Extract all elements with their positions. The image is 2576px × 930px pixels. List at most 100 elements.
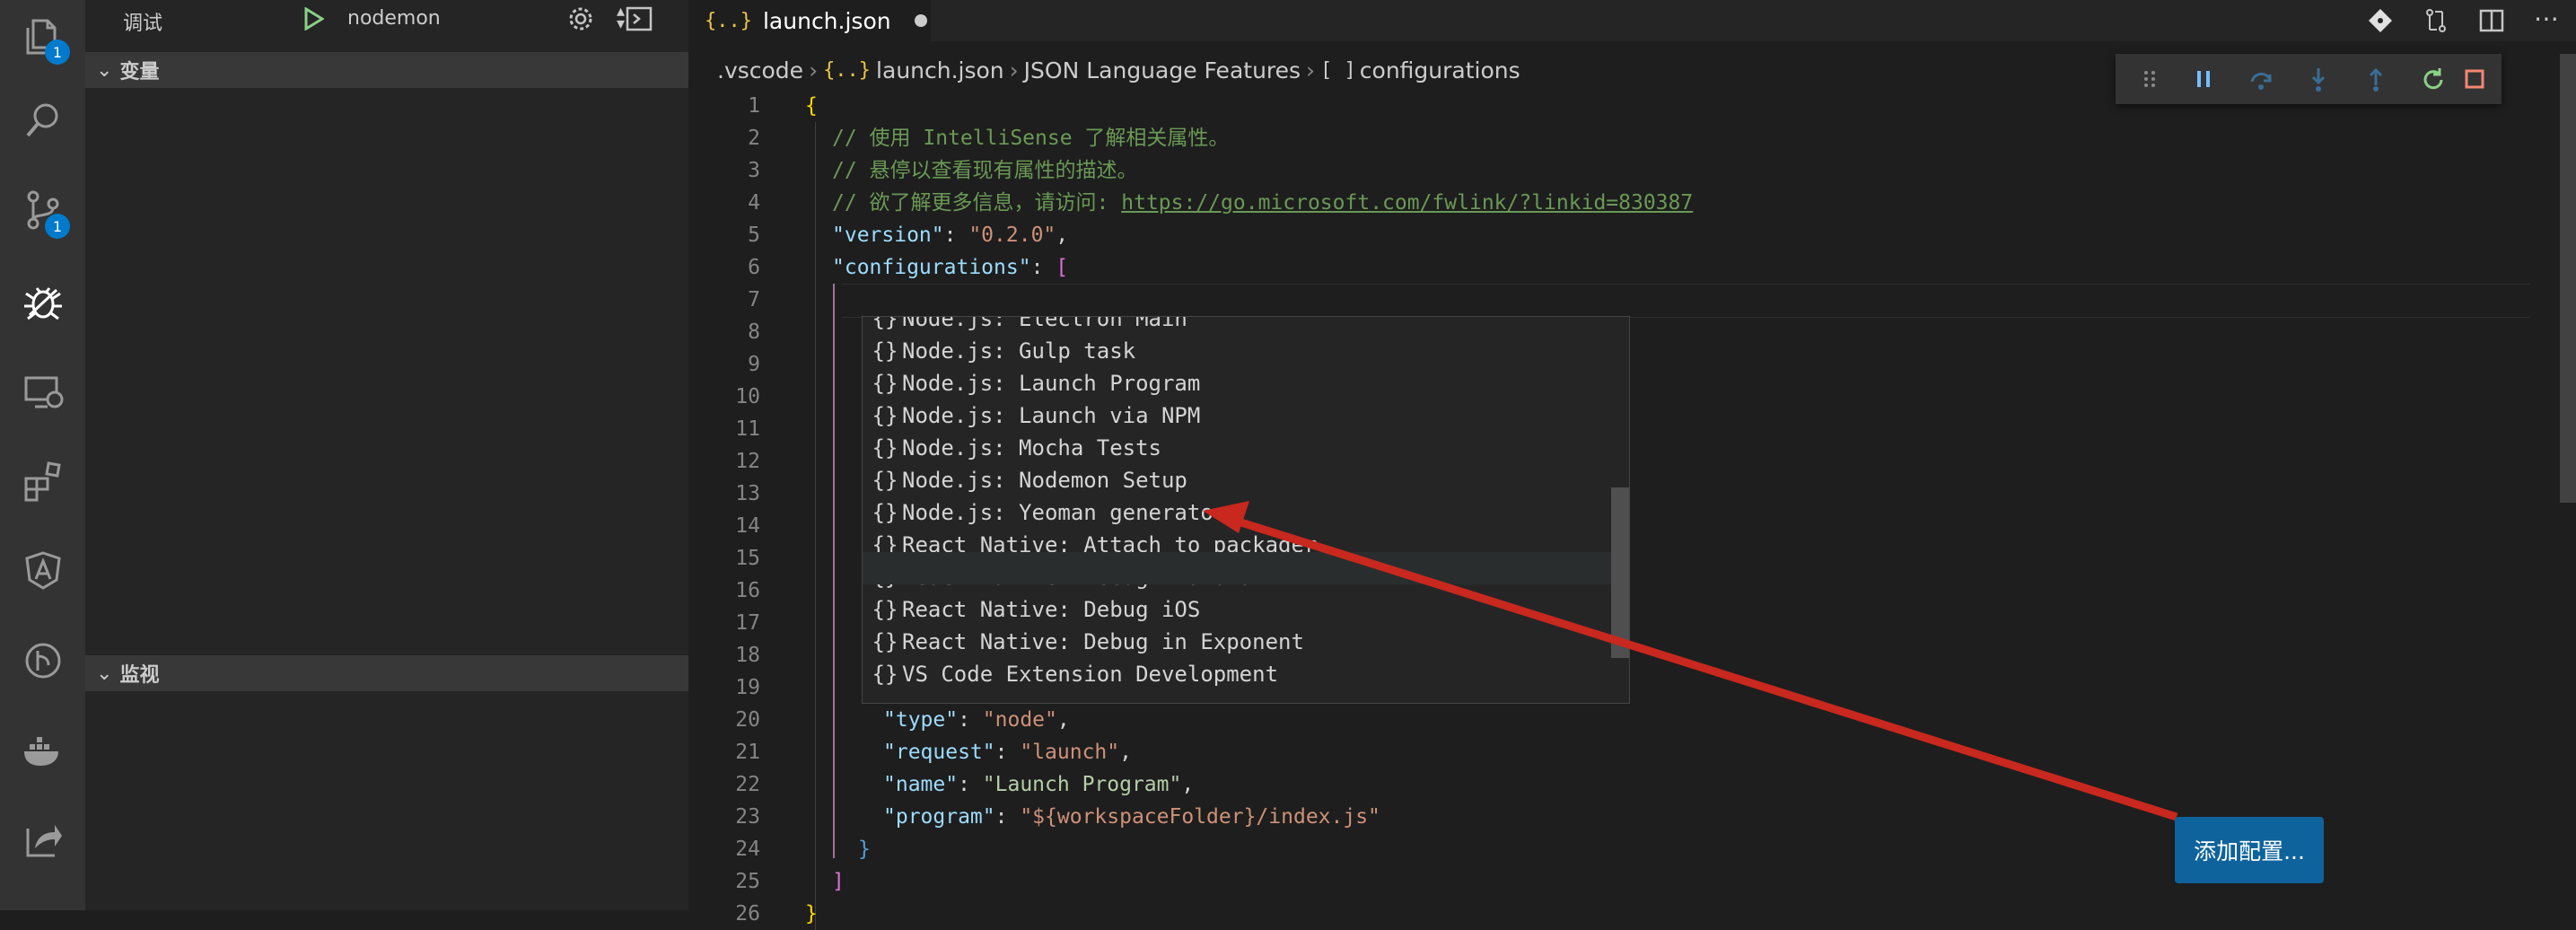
- code-link[interactable]: https://go.microsoft.com/fwlink/?linkid=…: [1121, 191, 1693, 215]
- suggestion-label: Node.js: Launch via NPM: [902, 403, 1201, 428]
- suggestion-label: Node.js: Electron Main: [902, 316, 1187, 331]
- compare-changes-icon[interactable]: [2423, 7, 2449, 38]
- chevron-right-icon: ›: [1306, 57, 1316, 83]
- debug-console-icon[interactable]: [626, 5, 653, 36]
- source-control-icon[interactable]: 1: [0, 174, 85, 246]
- snippet-icon: {}: [872, 468, 898, 493]
- code-brace-close-inner: }: [858, 838, 871, 861]
- chevron-right-icon: ›: [1009, 57, 1019, 83]
- variables-section-header[interactable]: ⌄ 变量: [85, 52, 688, 88]
- suggestion-item[interactable]: {} Node.js: Launch Program: [863, 367, 1599, 399]
- suggestion-label: Node.js: Mocha Tests: [902, 435, 1161, 461]
- suggestion-scrollbar[interactable]: [1611, 487, 1629, 658]
- vertical-scrollbar[interactable]: [2560, 54, 2576, 503]
- suggestion-label: Node.js: Nodemon Setup: [902, 468, 1187, 493]
- suggestion-item[interactable]: {} React Native: Debug in Exponent: [863, 626, 1599, 658]
- debug-label: 调试: [123, 13, 163, 35]
- select-arrows-icon: ▴ ▾: [617, 2, 626, 33]
- stop-icon[interactable]: [2457, 61, 2493, 97]
- snippet-icon: {}: [872, 500, 898, 525]
- line-number: 8: [748, 320, 760, 344]
- code-brace-close: }: [805, 902, 818, 926]
- line-number: 22: [735, 773, 760, 796]
- suggestion-item[interactable]: {} Node.js: Gulp task: [863, 335, 1599, 367]
- suggestion-item[interactable]: {} Node.js: Nodemon Setup: [863, 464, 1599, 496]
- gear-icon[interactable]: [567, 5, 594, 36]
- pause-icon[interactable]: [2186, 61, 2221, 97]
- line-number: 9: [748, 353, 760, 376]
- code-key-program: "program": [883, 805, 995, 829]
- drag-handle-icon[interactable]: [2132, 61, 2168, 97]
- split-editor-icon[interactable]: [2478, 7, 2505, 38]
- git-lens-icon[interactable]: [2367, 7, 2394, 38]
- line-number: 6: [748, 256, 760, 279]
- start-debugging-icon[interactable]: [302, 6, 325, 34]
- snippet-icon: {}: [872, 316, 898, 331]
- chevron-right-icon: ›: [809, 57, 819, 83]
- suggestion-widget: {} Node.js: Electron Main {} Node.js: Gulp …: [862, 316, 1630, 704]
- tab-launch-json[interactable]: {..} launch.json: [688, 0, 931, 41]
- line-number: 3: [748, 159, 760, 182]
- line-number: 18: [735, 644, 760, 667]
- code-bracket-close: ]: [832, 870, 845, 893]
- code-bracket-open: [: [1056, 256, 1069, 279]
- line-number: 19: [735, 676, 760, 699]
- watch-title: 监视: [119, 664, 160, 687]
- code-brace-open: {: [805, 94, 818, 118]
- search-icon[interactable]: [0, 84, 85, 156]
- code-key-name: "name": [883, 773, 959, 796]
- line-number: 15: [735, 547, 760, 570]
- suggestion-label: React Native: Debug iOS: [902, 597, 1201, 622]
- git-graph-icon[interactable]: [0, 625, 85, 697]
- line-number: 17: [735, 611, 760, 635]
- line-number: 23: [735, 805, 760, 829]
- tab-bar: {..} launch.json ⋯: [688, 0, 2576, 41]
- line-number: 24: [735, 838, 760, 861]
- chevron-down-icon: ⌄: [96, 662, 113, 685]
- remote-explorer-icon[interactable]: [0, 355, 85, 427]
- code-comment-2: // 悬停以查看现有属性的描述。: [832, 159, 1138, 182]
- add-configuration-button[interactable]: 添加配置...: [2175, 817, 2324, 883]
- suggestion-item[interactable]: {} VS Code Extension Development: [863, 658, 1599, 690]
- breadcrumb-item-configurations[interactable]: configurations: [1360, 57, 1520, 83]
- debug-icon[interactable]: [0, 266, 85, 338]
- unsaved-dot-icon[interactable]: [914, 14, 927, 27]
- code-val-version: "0.2.0": [968, 224, 1056, 247]
- angular-icon[interactable]: [0, 535, 85, 607]
- suggestion-item[interactable]: {} Node.js: Mocha Tests: [863, 432, 1599, 464]
- tab-title: launch.json: [762, 7, 891, 34]
- step-over-icon[interactable]: [2243, 61, 2279, 97]
- activity-bar: 1 1: [0, 0, 85, 910]
- code-val-program: "${workspaceFolder}/index.js": [1020, 805, 1380, 829]
- watch-section-header[interactable]: ⌄ 监视: [85, 655, 688, 691]
- code-key-request: "request": [883, 741, 995, 764]
- code-val-request: "launch": [1020, 741, 1120, 764]
- live-share-icon[interactable]: [0, 804, 85, 876]
- breadcrumb-item-launch-json[interactable]: launch.json: [876, 57, 1004, 83]
- suggestion-item[interactable]: {} Node.js: Electron Main: [863, 316, 1599, 335]
- step-into-icon[interactable]: [2300, 61, 2336, 97]
- line-number: 11: [735, 417, 760, 441]
- restart-icon[interactable]: [2415, 61, 2451, 97]
- docker-icon[interactable]: [0, 715, 85, 786]
- line-number: 26: [735, 902, 760, 926]
- breadcrumb-item-json-language-features[interactable]: JSON Language Features: [1024, 57, 1301, 83]
- line-number: 2: [748, 127, 760, 150]
- line-number: 25: [735, 870, 760, 893]
- suggestion-item[interactable]: {} Node.js: Launch via NPM: [863, 399, 1599, 432]
- suggestion-item[interactable]: {} React Native: Debug iOS: [863, 593, 1599, 626]
- code-comment-3: // 欲了解更多信息，请访问:: [832, 191, 1122, 215]
- code-val-type: "node": [982, 708, 1057, 732]
- explorer-icon[interactable]: 1: [0, 0, 85, 72]
- scm-badge: 1: [45, 214, 70, 239]
- suggestion-label: VS Code Extension Development: [902, 662, 1279, 687]
- extensions-icon[interactable]: [0, 445, 85, 517]
- line-number: 16: [735, 579, 760, 602]
- more-actions-icon[interactable]: ⋯: [2534, 4, 2559, 33]
- breadcrumb-item-vscode[interactable]: .vscode: [717, 57, 803, 83]
- step-out-icon[interactable]: [2358, 61, 2394, 97]
- line-number: 10: [735, 385, 760, 408]
- suggestion-item[interactable]: {} Node.js: Yeoman generator: [863, 496, 1599, 529]
- line-number: 7: [748, 288, 760, 311]
- indent-guide: [815, 122, 816, 930]
